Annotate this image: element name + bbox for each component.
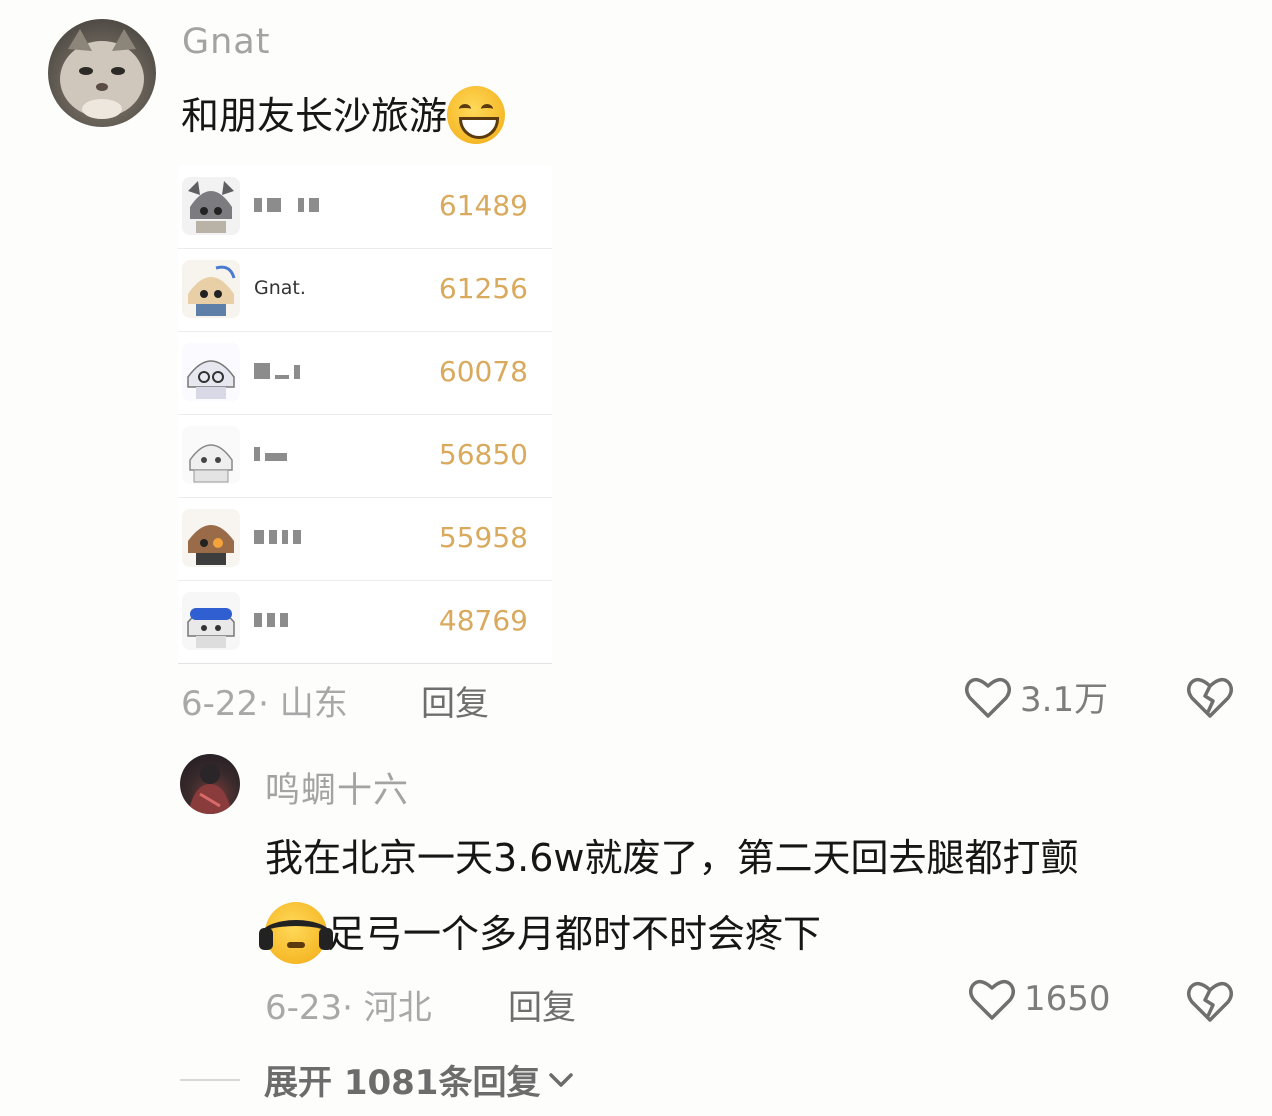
leaderboard-score: 61489	[438, 189, 528, 222]
leaderboard-row: 48769	[178, 580, 552, 664]
reply-meta: 6-23· 河北	[265, 980, 432, 1029]
like-count: 3.1万	[1020, 680, 1109, 720]
grinning-face-icon	[447, 85, 506, 144]
reply-like-count: 1650	[1024, 979, 1111, 1019]
reply-text-line1: 我在北京一天3.6w就废了，第二天回去腿都打颤	[265, 836, 1079, 880]
broken-heart-icon	[1187, 677, 1233, 718]
reply-button[interactable]: 回复	[421, 676, 489, 725]
leaderboard-avatar	[182, 426, 240, 484]
leaderboard-row: 56850	[178, 414, 552, 498]
comment-username[interactable]: Gnat	[182, 22, 270, 62]
reply-dislike-button[interactable]	[1186, 978, 1234, 1028]
leaderboard-name-redacted	[254, 446, 292, 464]
heart-icon	[969, 979, 1015, 1020]
leaderboard-score: 60078	[438, 355, 528, 388]
leaderboard-avatar	[182, 177, 240, 235]
divider	[180, 1078, 240, 1081]
comment-location: · 山东	[258, 684, 348, 724]
leaderboard-name-redacted	[254, 197, 324, 215]
reply-text-line2-wrap: 足弓一个多月都时不时会疼下	[259, 896, 1225, 972]
leaderboard-image[interactable]: 61489 Gnat. 61256 60078 56850 55958 4876…	[178, 165, 552, 664]
comment-text: 和朋友长沙旅游	[181, 78, 506, 154]
leaderboard-name-redacted	[254, 363, 305, 381]
leaderboard-score: 48769	[438, 604, 528, 637]
comment-meta: 6-22· 山东	[181, 676, 348, 725]
heart-icon	[965, 677, 1011, 718]
leaderboard-score: 61256	[438, 272, 528, 305]
leaderboard-score: 56850	[438, 438, 528, 471]
comment-thread: Gnat 和朋友长沙旅游 61489 Gnat. 61256 60078 568…	[0, 0, 1272, 1116]
leaderboard-row: 61489	[178, 165, 552, 249]
expand-replies-label: 展开 1081条回复	[264, 1063, 541, 1103]
leaderboard-name: Gnat.	[254, 277, 306, 299]
expand-replies-button[interactable]: 展开 1081条回复	[180, 1055, 574, 1104]
leaderboard-avatar	[182, 343, 240, 401]
comment-text-content: 和朋友长沙旅游	[181, 94, 448, 138]
avatar[interactable]	[48, 19, 156, 127]
reply-text-line2: 足弓一个多月都时不时会疼下	[327, 912, 822, 956]
reply-date: 6-23	[265, 988, 343, 1028]
reply-text: 我在北京一天3.6w就废了，第二天回去腿都打颤 足弓一个多月都时不时会疼下	[259, 820, 1225, 972]
comment-date: 6-22	[181, 684, 259, 724]
leaderboard-avatar	[182, 592, 240, 650]
leaderboard-name-redacted	[254, 612, 293, 630]
chevron-down-icon	[549, 1072, 574, 1087]
leaderboard-score: 55958	[438, 521, 528, 554]
reply-location: · 河北	[342, 988, 432, 1028]
leaderboard-row: 55958	[178, 497, 552, 581]
dislike-button[interactable]	[1186, 674, 1234, 724]
reply-reply-button[interactable]: 回复	[508, 980, 576, 1029]
leaderboard-row: 60078	[178, 331, 552, 415]
like-button[interactable]: 3.1万	[964, 672, 1108, 721]
broken-heart-icon	[1187, 981, 1233, 1022]
leaderboard-name-redacted	[254, 529, 306, 547]
leaderboard-avatar	[182, 260, 240, 318]
reply-username[interactable]: 鸣蜩十六	[265, 762, 409, 813]
leaderboard-row: Gnat. 61256	[178, 248, 552, 332]
headphones-sad-face-icon	[259, 901, 333, 964]
leaderboard-avatar	[182, 509, 240, 567]
reply-avatar[interactable]	[180, 754, 240, 814]
reply-like-button[interactable]: 1650	[968, 976, 1111, 1022]
